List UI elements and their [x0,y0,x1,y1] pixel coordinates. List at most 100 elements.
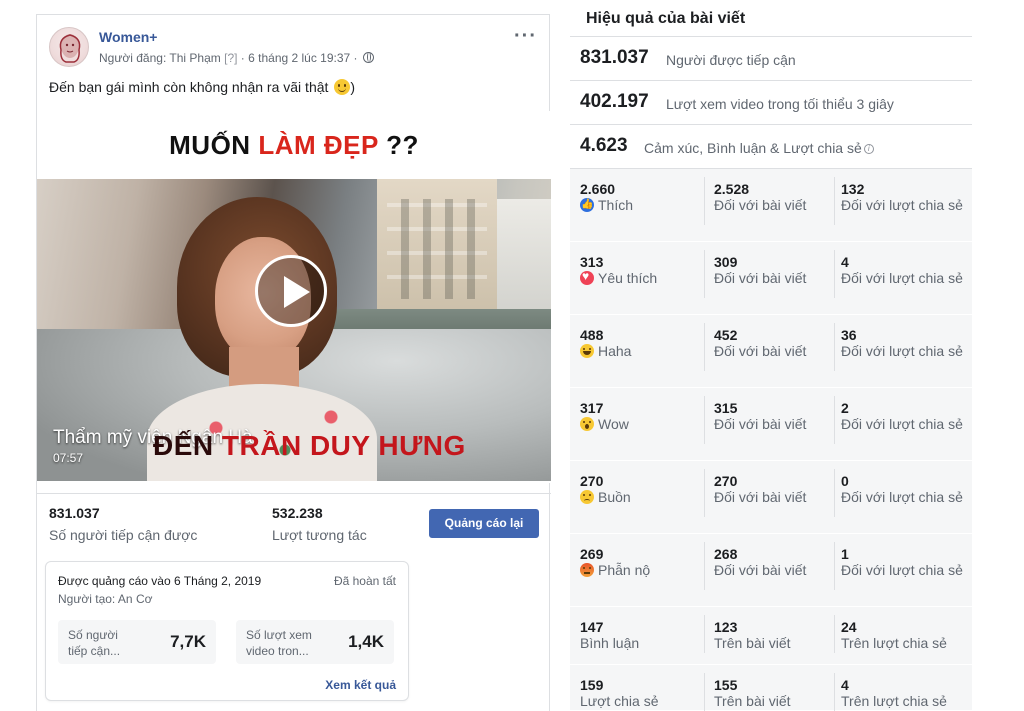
divider [704,396,705,444]
haha-icon [580,344,594,358]
reaction-post-count: 2.528 [714,181,750,197]
like-icon [580,197,594,212]
divider [704,323,705,371]
post-meta: Người đăng: Thi Phạm [?] · 6 tháng 2 lúc… [99,51,374,65]
video-duration: 07:57 [53,451,84,465]
reaction-total: 317 [580,400,604,416]
reaction-name: Haha [598,343,632,359]
reaction-row-love: 313Yêu thích 309Đối với bài viết 4Đối vớ… [570,242,972,315]
reaction-row-like: 2.660Thích 2.528Đối với bài viết 132Đối … [570,169,972,242]
reaction-post-cell: 452 Đối với bài viết [714,327,834,359]
divider [704,469,705,517]
reaction-share-cell: 132 Đối với lượt chia sẻ [841,181,967,213]
reaction-share-label: Đối với lượt chia sẻ [841,197,963,213]
boost-again-button[interactable]: Quảng cáo lại [429,509,539,538]
divider [37,493,551,494]
metric-label-text: Cảm xúc, Bình luận & Lượt chia sẻ [644,140,862,156]
boost-summary-card: Được quảng cáo vào 6 Tháng 2, 2019 Đã ho… [45,561,409,701]
reaction-share-label: Trên lượt chia sẻ [841,693,947,709]
reaction-share-count: 1 [841,546,849,562]
metric-reactions: 4.623 Cảm xúc, Bình luận & Lượt chia sẻ i [570,125,972,169]
boost-views-label: Số lượt xem video tron... [246,628,312,658]
reaction-row-wow: 317 Wow 315 Đối với bài viết 2 Đối với lượt… [570,388,972,461]
reaction-post-label: Đối với bài viết [714,562,807,578]
video-player[interactable]: MUỐN LÀM ĐẸP ?? Thẩm mỹ viện Ngân Hà ĐẾN… [37,111,551,483]
metric-value: 402.197 [580,91,649,112]
author-name[interactable]: Thi Phạm [169,51,220,65]
reaction-post-cell: 270 Đối với bài viết [714,473,834,505]
video-banner: MUỐN LÀM ĐẸP ?? [37,111,551,179]
reaction-share-label: Đối với lượt chia sẻ [841,562,963,578]
reaction-total-cell: 270 Buồn [580,473,700,505]
reaction-post-label: Đối với bài viết [714,416,807,432]
author-prefix: Người đăng: [99,51,167,65]
boost-title: Được quảng cáo vào 6 Tháng 2, 2019 [58,574,262,588]
post-text-body: Đến bạn gái mình còn không nhận ra vãi t… [49,79,329,95]
reaction-share-cell: 4 Đối với lượt chia sẻ [841,254,967,286]
author-help[interactable]: [?] [224,51,237,65]
reaction-total: 269 [580,546,604,562]
page-avatar[interactable] [49,27,89,67]
post-insights-panel: Hiệu quả của bài viết 831.037 Người được… [570,0,972,711]
wow-icon [580,417,594,431]
reaction-name: Buồn [598,489,631,505]
reaction-row-haha: 488 Haha 452 Đối với bài viết 36 Đối với lư… [570,315,972,388]
reaction-total-cell: 2.660Thích [580,181,700,213]
reaction-post-count: 270 [714,473,738,489]
reaction-name: Yêu thích [598,270,658,286]
reaction-share-cell: 0 Đối với lượt chia sẻ [841,473,967,505]
divider [704,615,705,653]
reaction-share-cell: 1 Đối với lượt chia sẻ [841,546,967,578]
divider [834,615,835,653]
more-options-icon[interactable]: ··· [514,26,537,46]
reaction-total-cell: 147 Bình luận [580,619,700,651]
reaction-share-cell: 2 Đối với lượt chia sẻ [841,400,967,432]
divider [704,250,705,298]
reaction-total-cell: 317 Wow [580,400,700,432]
smile-emoji-icon [334,79,351,95]
post-time[interactable]: · 6 tháng 2 lúc 19:37 · [241,51,358,65]
post-text-suffix: ) [350,79,355,95]
building [377,179,497,319]
reaction-total-cell: 488 Haha [580,327,700,359]
video-frame[interactable]: Thẩm mỹ viện Ngân Hà ĐẾN TRẦN DUY HƯNG 0… [37,179,551,481]
boost-status: Đã hoàn tất [333,574,396,588]
reaction-share-count: 24 [841,619,857,635]
reaction-post-count: 123 [714,619,738,635]
reaction-row-angry: 269 Phẫn nộ 268 Đối với bài viết 1 Đối với … [570,534,972,607]
reaction-total: 2.660 [580,181,616,197]
post-header: Women+ Người đăng: Thi Phạm [?] · 6 thán… [49,26,537,71]
boost-views-box: Số lượt xem video tron... 1,4K [236,620,394,664]
reaction-post-cell: 123 Trên bài viết [714,619,834,651]
reaction-share-count: 4 [841,677,849,693]
caption-red: TRẦN DUY HƯNG [221,430,466,461]
banner-text-right: ?? [378,130,419,160]
metric-label: Lượt xem video trong tối thiểu 3 giây [666,96,894,112]
reaction-name: Lượt chia sẻ [580,693,659,709]
page-name[interactable]: Women+ [99,29,157,45]
metric-reach: 831.037 Người được tiếp cận [570,37,972,81]
boost-views-value: 1,4K [348,632,384,651]
reaction-total: 270 [580,473,604,489]
reaction-share-count: 36 [841,327,857,343]
info-icon[interactable]: i [863,144,874,154]
banner-text-highlight: LÀM ĐẸP [258,130,379,160]
view-results-link[interactable]: Xem kết quả [325,678,396,692]
sad-icon [580,490,594,504]
reaction-post-cell: 268 Đối với bài viết [714,546,834,578]
reaction-row-comments: 147 Bình luận 123 Trên bài viết 24 Trên lượ… [570,607,972,665]
reaction-post-label: Đối với bài viết [714,489,807,505]
reaction-share-label: Đối với lượt chia sẻ [841,489,963,505]
reaction-name: Wow [598,416,629,432]
globe-icon [362,52,374,63]
reaction-share-cell: 36 Đối với lượt chia sẻ [841,327,967,359]
reaction-post-count: 268 [714,546,738,562]
boost-reach-label: Số người tiếp cận... [68,628,121,658]
reach-label: Số người tiếp cận được [49,527,198,543]
reach-value: 831.037 [49,505,100,521]
boost-reach-value: 7,7K [170,632,206,651]
reaction-share-cell: 24 Trên lượt chia sẻ [841,619,967,651]
post-card: Women+ Người đăng: Thi Phạm [?] · 6 thán… [36,14,551,711]
play-icon[interactable] [255,255,327,327]
metric-label: Người được tiếp cận [666,52,796,68]
